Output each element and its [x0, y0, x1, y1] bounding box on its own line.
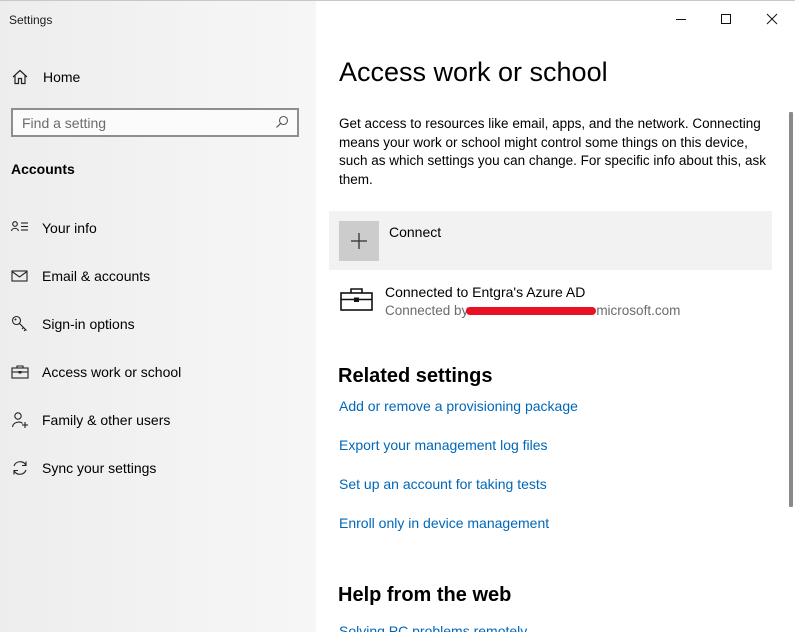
main-content: Access work or school Get access to reso… — [316, 1, 795, 632]
link-provisioning-package[interactable]: Add or remove a provisioning package — [339, 398, 578, 414]
link-export-logs[interactable]: Export your management log files — [339, 437, 548, 453]
search-box[interactable] — [11, 108, 299, 137]
briefcase-icon — [340, 288, 373, 311]
minimize-icon — [676, 19, 686, 20]
connect-label: Connect — [389, 224, 442, 240]
related-settings-heading: Related settings — [338, 365, 493, 387]
plus-icon — [351, 233, 367, 249]
sidebar-item-label: Access work or school — [42, 364, 182, 380]
link-enroll-device-management[interactable]: Enroll only in device management — [339, 515, 549, 531]
sync-icon — [13, 461, 27, 475]
account-subtitle-suffix: microsoft.com — [596, 303, 681, 318]
account-title: Connected to Entgra's Azure AD — [385, 284, 586, 300]
sidebar-item-label: Sign-in options — [42, 316, 135, 332]
account-subtitle: Connected by microsoft.com — [385, 303, 680, 318]
settings-window: Settings Home Accounts Yo — [0, 0, 795, 632]
redaction-mark — [466, 307, 597, 316]
key-icon — [11, 315, 27, 332]
search-input[interactable] — [13, 110, 263, 135]
link-solving-pc-problems[interactable]: Solving PC problems remotely — [339, 623, 527, 632]
connect-button[interactable]: Connect — [329, 211, 772, 270]
scrollbar-thumb[interactable] — [789, 112, 793, 507]
mail-icon — [11, 270, 28, 282]
account-subtitle-prefix: Connected by — [385, 303, 469, 318]
person-add-icon — [11, 412, 28, 428]
sidebar-item-your-info[interactable]: Your info — [11, 217, 97, 239]
sidebar-item-label: Email & accounts — [42, 268, 151, 284]
minimize-button[interactable] — [658, 5, 704, 33]
app-title: Settings — [9, 13, 53, 27]
sidebar: Settings Home Accounts Yo — [0, 1, 316, 632]
sidebar-item-label: Family & other users — [42, 412, 171, 428]
sidebar-item-label: Your info — [42, 220, 97, 236]
page-description: Get access to resources like email, apps… — [339, 116, 766, 187]
link-account-for-tests[interactable]: Set up an account for taking tests — [339, 476, 547, 492]
close-button[interactable] — [749, 5, 795, 33]
briefcase-icon — [11, 365, 29, 379]
sidebar-home-label: Home — [43, 69, 81, 85]
sidebar-item-family-other-users[interactable]: Family & other users — [11, 409, 170, 431]
sidebar-item-access-work-or-school[interactable]: Access work or school — [11, 361, 181, 383]
sidebar-item-sign-in-options[interactable]: Sign-in options — [11, 313, 135, 335]
help-heading: Help from the web — [338, 584, 512, 606]
person-card-icon — [11, 221, 28, 232]
sidebar-home[interactable]: Home — [11, 67, 80, 87]
maximize-button[interactable] — [703, 5, 749, 33]
page-title: Access work or school — [339, 57, 608, 87]
sidebar-item-email-accounts[interactable]: Email & accounts — [11, 265, 150, 287]
connect-icon-box — [339, 221, 379, 261]
search-icon[interactable] — [275, 115, 289, 129]
home-icon — [12, 69, 28, 85]
sidebar-section-accounts: Accounts — [11, 161, 75, 177]
sidebar-item-label: Sync your settings — [42, 460, 157, 476]
close-icon — [766, 13, 778, 25]
sidebar-item-sync-settings[interactable]: Sync your settings — [11, 457, 156, 479]
connected-account-item[interactable]: Connected to Entgra's Azure AD Connected… — [329, 281, 772, 325]
maximize-icon — [721, 14, 731, 24]
